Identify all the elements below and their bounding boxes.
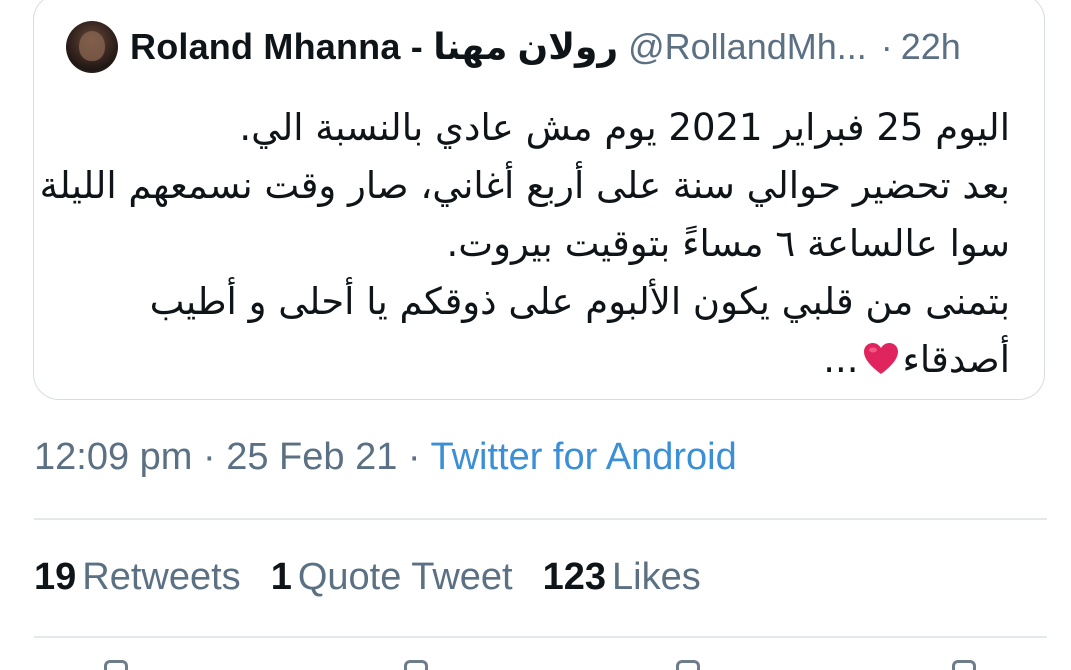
tweet-text-line: سوا عالساعة ٦ مساءً بتوقيت بيروت.: [446, 222, 1010, 265]
quoted-tweet-card[interactable]: Roland Mhanna - رولان مهنا @RollandMh...…: [33, 0, 1045, 400]
tweet-text-line: اليوم 25 فبراير 2021 يوم مش عادي بالنسبة…: [239, 106, 1010, 149]
tweet-text-line: أصدقاء: [902, 338, 1010, 381]
heart-icon: [863, 343, 898, 374]
tweet-date[interactable]: 25 Feb 21: [226, 436, 397, 478]
meta-separator: ·: [397, 436, 431, 478]
tweet-source-link[interactable]: Twitter for Android: [430, 436, 736, 478]
quoted-tweet-text: اليوم 25 فبراير 2021 يوم مش عادي بالنسبة…: [39, 99, 1010, 389]
tweet-text-last-line: أصدقاء...: [110, 331, 1010, 389]
reply-icon[interactable]: [104, 660, 128, 670]
tweet-text-line: بتمنى من قلبي يكون الألبوم على ذوقكم يا …: [149, 280, 1010, 323]
action-bar-partial: [0, 656, 1071, 670]
relative-timestamp[interactable]: 22h: [901, 26, 961, 68]
tweet-stats: 19 Retweets 1 Quote Tweet 123 Likes: [34, 556, 731, 599]
tweet-text-ellipsis: ...: [823, 338, 859, 381]
likes-stat[interactable]: 123 Likes: [543, 556, 701, 598]
retweet-icon[interactable]: [404, 660, 428, 670]
tweet-text-line: بعد تحضير حوالي سنة على أربع أغاني، صار …: [39, 164, 1010, 207]
header-separator: ·: [880, 26, 893, 67]
author-display-name[interactable]: Roland Mhanna - رولان مهنا: [130, 26, 618, 68]
tweet-detail-page: Roland Mhanna - رولان مهنا @RollandMh...…: [0, 0, 1071, 670]
likes-count: 123: [542, 556, 607, 598]
divider: [34, 518, 1047, 520]
share-icon[interactable]: [952, 660, 976, 670]
author-handle[interactable]: @RollandMh...: [628, 26, 867, 68]
retweets-count: 19: [34, 556, 77, 598]
retweets-stat[interactable]: 19 Retweets: [34, 556, 241, 598]
meta-separator: ·: [192, 436, 227, 478]
quote-tweets-count: 1: [270, 556, 292, 598]
retweets-label: Retweets: [82, 556, 241, 598]
likes-label: Likes: [612, 556, 701, 598]
tweet-time[interactable]: 12:09 pm: [34, 436, 192, 478]
divider: [34, 636, 1047, 638]
quote-tweets-stat[interactable]: 1 Quote Tweet: [271, 556, 513, 598]
like-icon[interactable]: [676, 660, 700, 670]
quote-tweets-label: Quote Tweet: [297, 556, 513, 598]
quoted-tweet-header: Roland Mhanna - رولان مهنا @RollandMh...…: [66, 19, 1026, 75]
tweet-timestamp-line: 12:09 pm · 25 Feb 21 · Twitter for Andro…: [34, 436, 737, 479]
avatar[interactable]: [66, 21, 118, 73]
